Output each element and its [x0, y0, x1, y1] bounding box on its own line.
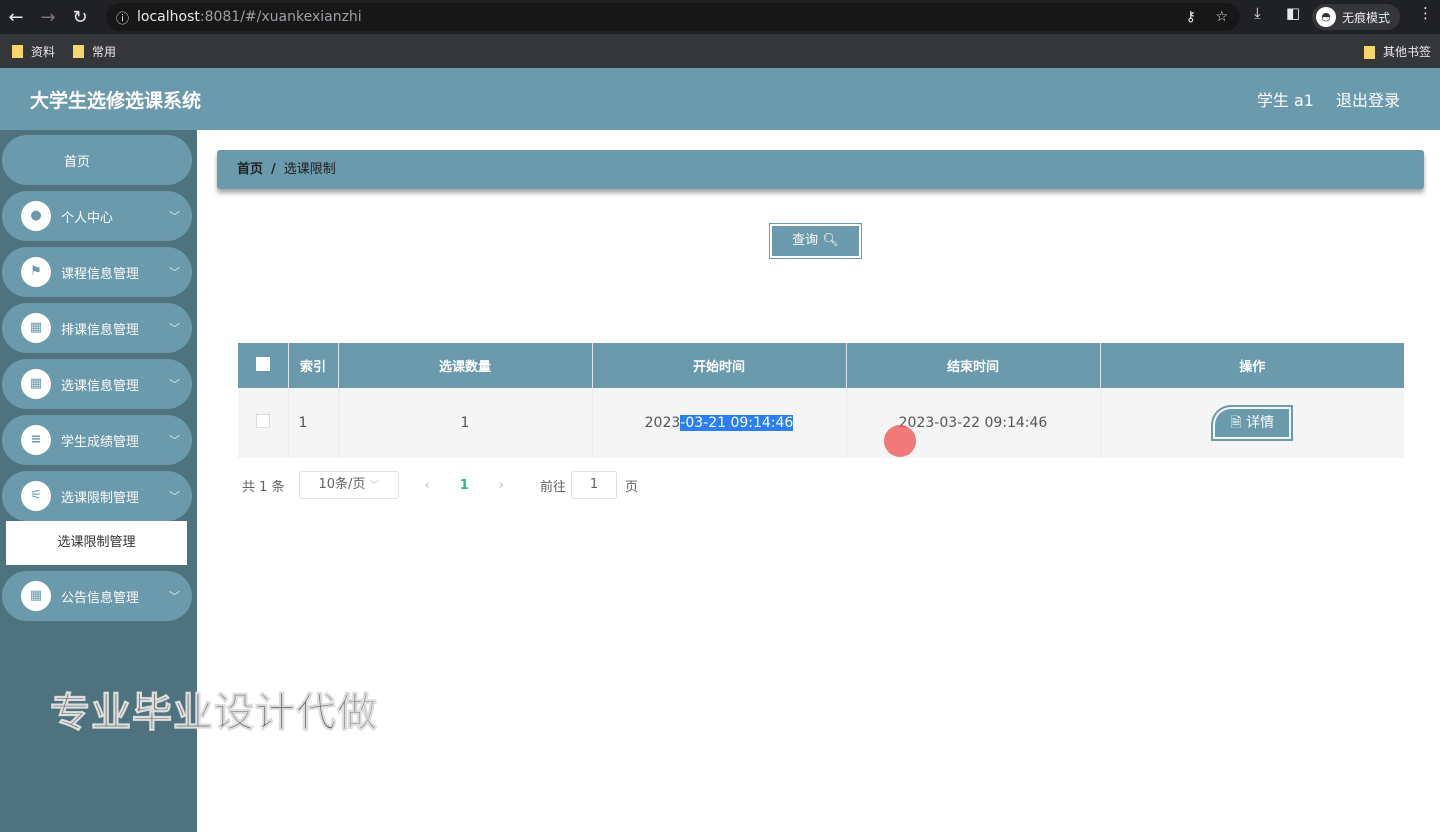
- start-time: 2023-03-21 09:14:46: [592, 388, 847, 458]
- info-icon: ⓘ: [116, 11, 130, 27]
- goto-page-input[interactable]: 1: [571, 471, 618, 499]
- chevron-down-icon: ﹀: [169, 590, 180, 603]
- chevron-down-icon: ﹀: [169, 378, 180, 391]
- bookmark[interactable]: 资料: [31, 43, 55, 60]
- table-header: 索引 选课数量 开始时间 结束时间 操作: [238, 343, 1404, 388]
- incognito-icon: ◓: [1316, 7, 1336, 27]
- sidebar-item-grades[interactable]: ≡ 学生成绩管理 ﹀: [2, 415, 192, 465]
- grid-icon: ▦: [21, 313, 51, 343]
- flag-icon: ⚑: [21, 257, 51, 287]
- table-row: 1 1 2023-03-21 09:14:46 2023-03-22 09:14…: [238, 388, 1404, 458]
- next-page-icon[interactable]: ›: [499, 478, 504, 493]
- reload-icon[interactable]: ↻: [64, 7, 96, 28]
- menu-icon[interactable]: ⋮: [1418, 4, 1433, 22]
- star-icon[interactable]: ☆: [1215, 9, 1228, 25]
- sidebar-item-courses[interactable]: ⚑ 课程信息管理 ﹀: [2, 247, 192, 297]
- chevron-down-icon: ﹀: [169, 210, 180, 223]
- address-bar[interactable]: ⓘ localhost:8081/#/xuankexianzhi ⚷ ☆: [106, 3, 1240, 31]
- breadcrumb: 首页 / 选课限制: [217, 150, 1424, 189]
- sidebar-item-selection[interactable]: ▦ 选课信息管理 ﹀: [2, 359, 192, 409]
- folder-icon: [1364, 45, 1375, 59]
- app-title: 大学生选修选课系统: [30, 89, 202, 112]
- sidepanel-icon[interactable]: ◧: [1286, 4, 1300, 22]
- sidebar-item-schedule[interactable]: ▦ 排课信息管理 ﹀: [2, 303, 192, 353]
- chevron-down-icon: ﹀: [169, 434, 180, 447]
- key-icon[interactable]: ⚷: [1186, 9, 1196, 25]
- sidebar-item-limits[interactable]: ⚟ 选课限制管理 ﹀: [2, 471, 192, 521]
- back-icon[interactable]: ←: [0, 7, 32, 28]
- document-icon: 🗎: [1230, 415, 1242, 431]
- download-icon[interactable]: ⤓: [1254, 4, 1261, 22]
- list-icon: ≡: [21, 425, 51, 455]
- folder-icon: [12, 44, 23, 58]
- app-header: 大学生选修选课系统 学生 a1 退出登录: [0, 68, 1440, 130]
- user-name[interactable]: 学生 a1: [1257, 91, 1314, 110]
- logout-link[interactable]: 退出登录: [1336, 91, 1400, 110]
- prev-page-icon[interactable]: ‹: [425, 478, 430, 493]
- watermark: 专业毕业设计代做: [50, 690, 378, 737]
- bookmarks-bar: 资料 常用 其他书签: [0, 34, 1440, 68]
- user-icon: ●: [21, 201, 51, 231]
- breadcrumb-home[interactable]: 首页: [237, 162, 263, 177]
- sidebar-item-notices[interactable]: ▦ 公告信息管理 ﹀: [2, 571, 192, 621]
- query-button[interactable]: 查询 🔍︎: [769, 223, 862, 259]
- sidebar-item-profile[interactable]: ● 个人中心 ﹀: [2, 191, 192, 241]
- forward-icon[interactable]: →: [32, 7, 64, 28]
- other-bookmarks[interactable]: 其他书签: [1383, 45, 1431, 59]
- page-size-select[interactable]: 10条/页 ﹀: [298, 471, 399, 499]
- breadcrumb-current: 选课限制: [283, 162, 336, 177]
- grid-icon: ▦: [21, 369, 51, 399]
- sidebar-item-home[interactable]: 首页: [2, 135, 192, 185]
- submenu-item-limits[interactable]: 选课限制管理: [6, 521, 187, 565]
- folder-icon: [73, 44, 85, 58]
- chevron-down-icon: ﹀: [169, 266, 180, 279]
- grid-icon: ▦: [21, 581, 51, 611]
- incognito-badge[interactable]: ◓ 无痕模式: [1312, 4, 1401, 30]
- sliders-icon: ⚟: [21, 481, 51, 511]
- data-table: 索引 选课数量 开始时间 结束时间 操作 1 1 2023-03-21 09:1…: [238, 343, 1404, 458]
- cursor-highlight: [884, 425, 916, 457]
- bookmark[interactable]: 常用: [92, 43, 116, 60]
- pagination: 共 1 条 10条/页 ﹀ ‹ 1 › 前往 1 页: [242, 471, 638, 499]
- detail-button[interactable]: 🗎 详情: [1211, 405, 1294, 441]
- select-all-checkbox[interactable]: [238, 343, 289, 388]
- page-number[interactable]: 1: [460, 478, 469, 493]
- chevron-down-icon: ﹀: [169, 322, 180, 335]
- search-icon: 🔍︎: [822, 233, 839, 248]
- row-checkbox[interactable]: [238, 388, 289, 458]
- browser-toolbar: ← → ↻ ⓘ localhost:8081/#/xuankexianzhi ⚷ ☆…: [0, 0, 1440, 34]
- chevron-down-icon: ﹀: [169, 490, 180, 503]
